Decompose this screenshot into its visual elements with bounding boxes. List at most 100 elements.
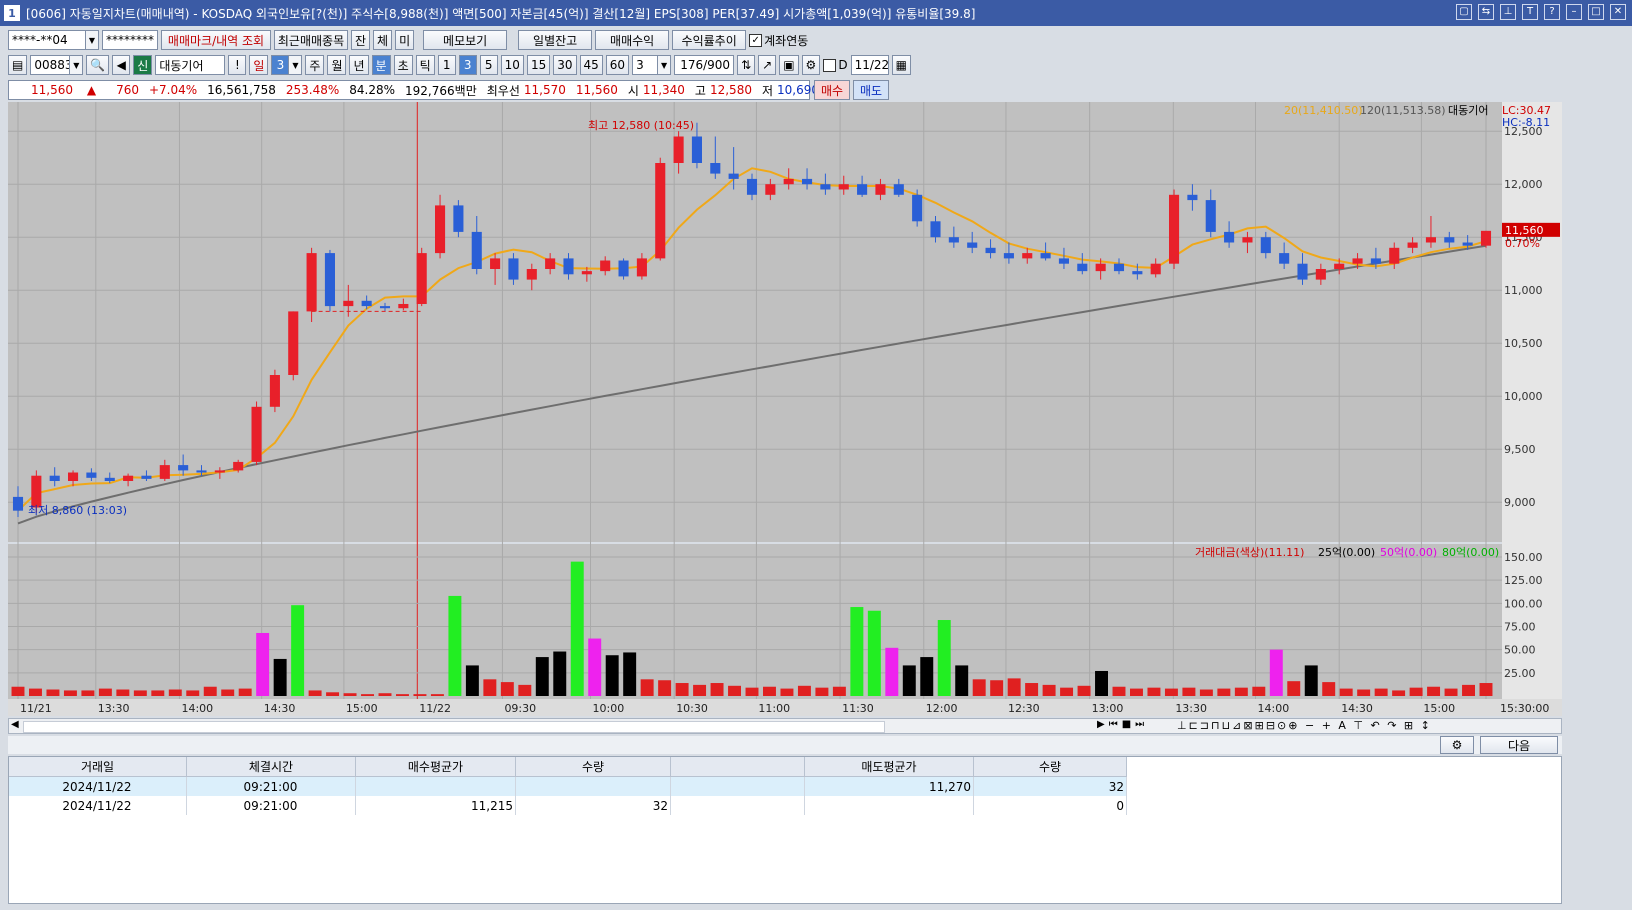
recent-trades-button[interactable]: 최근매매종목 <box>274 30 348 50</box>
sound-icon[interactable]: ◀ <box>112 55 131 75</box>
close-icon[interactable]: ✕ <box>1610 4 1626 20</box>
period-second[interactable]: 초 <box>393 55 413 75</box>
period-dropdown-icon[interactable]: ▼ <box>288 55 303 75</box>
period-minute[interactable]: 분 <box>371 55 391 75</box>
x-tick-label: 12:30 <box>1008 702 1040 715</box>
pin-icon[interactable]: ⊥ <box>1500 4 1516 20</box>
candle-body <box>306 253 317 312</box>
x-tick-label: 14:30 <box>264 702 296 715</box>
volume-bar <box>238 688 252 696</box>
code-dropdown-icon[interactable]: ▼ <box>69 55 84 75</box>
account-select[interactable]: ****-**04 <box>8 30 86 50</box>
volume-bar <box>850 607 864 696</box>
executed-button[interactable]: 체 <box>373 30 393 50</box>
period-day-count[interactable]: 3 <box>271 55 290 75</box>
candle-body <box>783 178 794 185</box>
daily-balance-button[interactable]: 일별잔고 <box>518 30 593 50</box>
indicator-icon[interactable]: ↗ <box>758 55 777 75</box>
link-icon[interactable]: ⇆ <box>1478 4 1494 20</box>
table-row[interactable]: 2024/11/22 09:21:00 11,215 32 0 <box>9 796 1127 815</box>
volume-bar <box>1007 678 1021 696</box>
volume-tick-label: 150.00 <box>1504 551 1543 564</box>
volume-bar <box>500 682 514 696</box>
balance-button[interactable]: 잔 <box>351 30 371 50</box>
restore-icon[interactable]: ▢ <box>1456 4 1472 20</box>
scroll-left-icon[interactable]: ◀ <box>11 719 19 730</box>
date-checkbox[interactable] <box>823 58 837 72</box>
minute-15[interactable]: 15 <box>526 55 551 75</box>
calendar-icon[interactable]: ▦ <box>891 55 911 75</box>
profit-rate-button[interactable]: 수익률추이 <box>672 30 747 50</box>
account-link-checkbox[interactable]: ✓ 계좌연동 <box>749 32 808 49</box>
candle-body <box>581 271 592 275</box>
text-icon[interactable]: T <box>1522 4 1538 20</box>
candle-body <box>214 470 225 473</box>
search-icon[interactable]: 🔍 <box>86 55 110 75</box>
volume-bar <box>1164 688 1178 696</box>
chart-svg[interactable]: 20(11,410.50) 120(11,513.58) 대동기어 LC:30.… <box>8 102 1562 716</box>
minute-10[interactable]: 10 <box>500 55 524 75</box>
chart-type-icon[interactable]: ⇅ <box>737 55 756 75</box>
chart-tools-icon[interactable]: ⊥⊏⊐⊓⊔⊿⊠⊞⊟⊙⊕ − + A ⊤ ↶ ↷ ⊞ ↕ <box>1177 719 1432 732</box>
volume-ratio: 253.48% <box>285 83 340 97</box>
save-icon[interactable]: ▣ <box>779 55 799 75</box>
playback-controls-icon[interactable]: ▶⏮■⏭ <box>1097 719 1148 730</box>
minute-3[interactable]: 3 <box>458 55 477 75</box>
price-chart[interactable]: 20(11,410.50) 120(11,513.58) 대동기어 LC:30.… <box>8 102 1562 716</box>
sell-button[interactable]: 매도 <box>853 80 889 100</box>
period-tick[interactable]: 틱 <box>415 55 435 75</box>
account-dropdown-icon[interactable]: ▼ <box>85 30 99 50</box>
date-input[interactable]: 11/22 <box>850 55 889 75</box>
period-year[interactable]: 년 <box>349 55 369 75</box>
interval-dropdown-icon[interactable]: ▼ <box>657 55 672 75</box>
y-tick-label: 12,500 <box>1504 125 1543 138</box>
volume-bar <box>1287 681 1301 696</box>
data-range[interactable]: 176/900 <box>674 55 735 75</box>
gear-icon[interactable]: ⚙ <box>801 55 821 75</box>
next-button[interactable]: 다음 <box>1480 736 1558 754</box>
chart-scrollbar[interactable]: ◀ ▶⏮■⏭ ⊥⊏⊐⊓⊔⊿⊠⊞⊟⊙⊕ − + A ⊤ ↶ ↷ ⊞ ↕ <box>8 718 1562 734</box>
minute-1[interactable]: 1 <box>437 55 456 75</box>
amount-legend-50: 50억(0.00) <box>1380 546 1437 559</box>
volume-bar <box>1479 683 1493 696</box>
period-week[interactable]: 주 <box>305 55 325 75</box>
x-tick-label: 10:00 <box>593 702 625 715</box>
minute-30[interactable]: 30 <box>553 55 577 75</box>
minute-60[interactable]: 60 <box>605 55 630 75</box>
help-icon[interactable]: ? <box>1544 4 1560 20</box>
scroll-thumb[interactable] <box>23 721 885 733</box>
candle-body <box>1462 242 1473 246</box>
trade-mark-button[interactable]: 매매마크/내역 조회 <box>161 30 271 50</box>
candle-body <box>948 237 959 243</box>
candle-body <box>141 475 152 479</box>
candle-body <box>1444 237 1455 243</box>
volume-bar <box>623 652 637 696</box>
interval-input[interactable]: 3 <box>632 55 659 75</box>
stock-code-input[interactable]: 008830 <box>30 55 80 75</box>
period-month[interactable]: 월 <box>327 55 347 75</box>
trade-profit-button[interactable]: 매매수익 <box>595 30 670 50</box>
candle-body <box>1058 258 1069 264</box>
minimize-icon[interactable]: – <box>1566 4 1582 20</box>
minute-45[interactable]: 45 <box>579 55 603 75</box>
current-price-label: 11,560 <box>1505 224 1544 237</box>
period-day[interactable]: 일 <box>249 55 269 75</box>
volume-bar <box>658 680 672 696</box>
minute-5[interactable]: 5 <box>479 55 498 75</box>
screen-icon[interactable]: ▤ <box>8 55 28 75</box>
settings-button[interactable]: ⚙ <box>1440 736 1474 754</box>
volume-tick-label: 125.00 <box>1504 574 1543 587</box>
maximize-icon[interactable]: □ <box>1588 4 1604 20</box>
low-price: 10,690 <box>777 83 820 97</box>
unfilled-button[interactable]: 미 <box>395 30 415 50</box>
volume-bar <box>955 665 969 696</box>
table-row[interactable]: 2024/11/22 09:21:00 11,270 32 <box>9 776 1127 796</box>
password-field[interactable]: ******** <box>102 30 158 50</box>
alert-icon[interactable]: ! <box>228 55 247 75</box>
volume-bar <box>762 686 776 696</box>
candle-body <box>618 260 629 277</box>
volume-bar <box>990 680 1004 696</box>
buy-button[interactable]: 매수 <box>814 80 850 100</box>
cell-sell-qty: 0 <box>973 796 1127 815</box>
memo-button[interactable]: 메모보기 <box>423 30 508 50</box>
